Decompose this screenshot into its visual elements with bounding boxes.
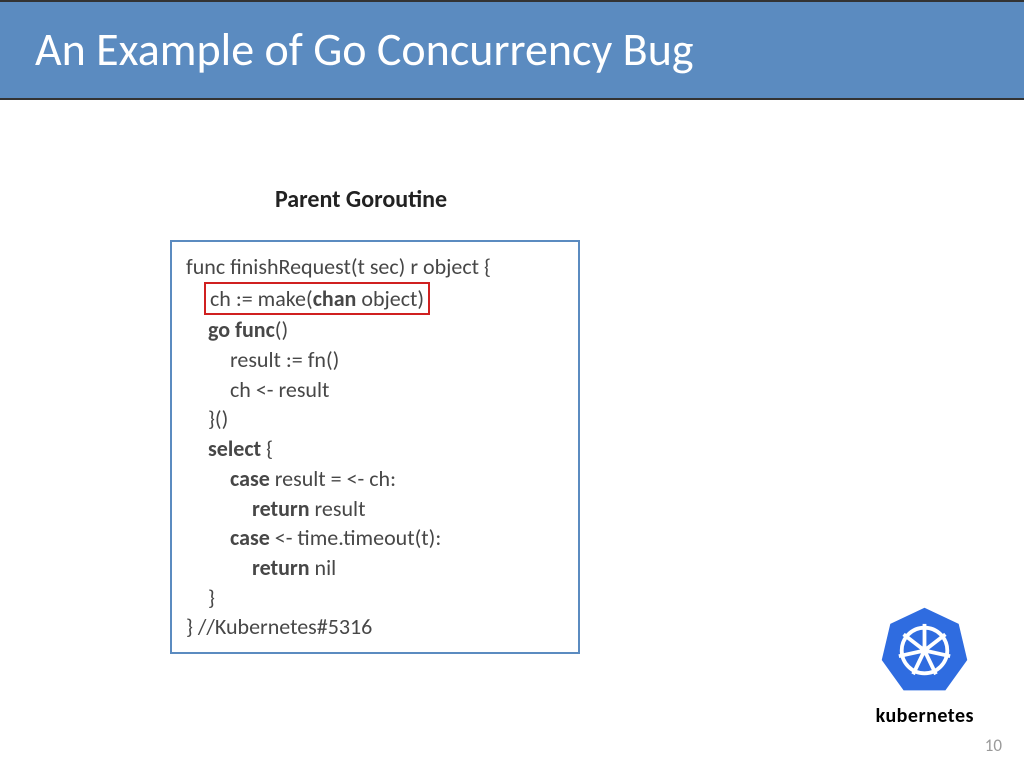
code-line-12: } xyxy=(186,583,564,613)
subtitle: Parent Goroutine xyxy=(275,185,447,214)
code-line-3: go func() xyxy=(186,315,564,345)
kubernetes-logo-text: kubernetes xyxy=(876,704,974,728)
highlight-box: ch := make(chan object) xyxy=(204,282,430,316)
code-line-13: } //Kubernetes#5316 xyxy=(186,612,564,642)
kubernetes-logo-icon xyxy=(877,603,972,698)
code-line-10: case <- time.timeout(t): xyxy=(186,523,564,553)
page-number: 10 xyxy=(985,735,1002,756)
kubernetes-logo-area: kubernetes xyxy=(876,603,974,728)
code-line-9: return result xyxy=(186,494,564,524)
title-bar: An Example of Go Concurrency Bug xyxy=(0,0,1024,100)
code-line-6: }() xyxy=(186,404,564,434)
slide-title: An Example of Go Concurrency Bug xyxy=(35,22,694,78)
code-line-7: select { xyxy=(186,434,564,464)
code-line-2: ch := make(chan object) xyxy=(186,282,564,316)
code-line-8: case result = <- ch: xyxy=(186,464,564,494)
code-line-1: func finishRequest(t sec) r object { xyxy=(186,252,564,282)
code-line-5: ch <- result xyxy=(186,375,564,405)
code-line-4: result := fn() xyxy=(186,345,564,375)
code-block: func finishRequest(t sec) r object { ch … xyxy=(170,240,580,654)
code-line-11: return nil xyxy=(186,553,564,583)
